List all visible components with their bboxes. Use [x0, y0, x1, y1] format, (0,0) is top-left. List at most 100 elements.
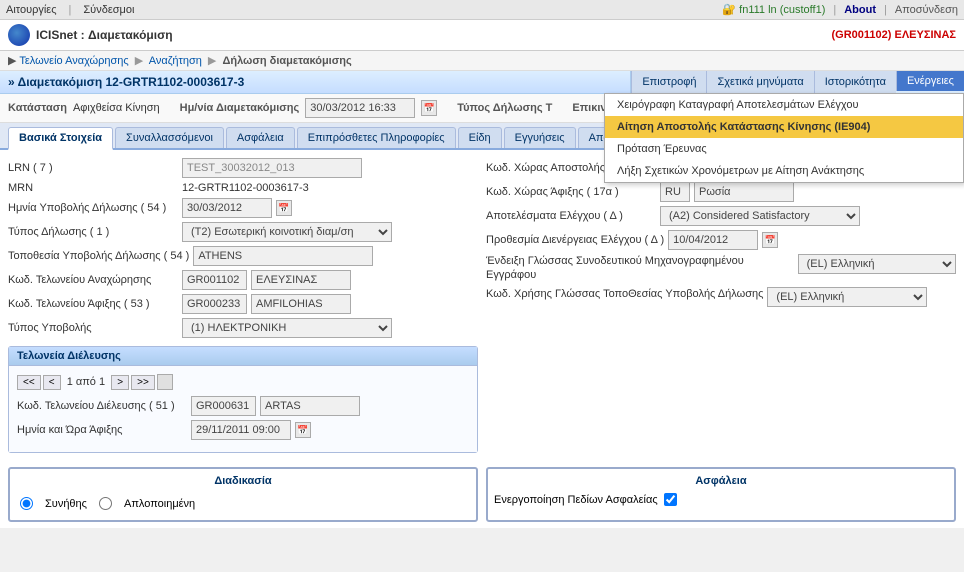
nav-sep1: |: [69, 4, 72, 16]
tab-eggyiseis[interactable]: Εγγυήσεις: [504, 127, 576, 148]
typos-select[interactable]: (Τ2) Εσωτερική κοινοτική διαμ/ση: [182, 222, 392, 242]
left-panel: LRN ( 7 ) MRN 12-GRTR1102-0003617-3 Ημνί…: [8, 158, 478, 453]
endeixi-select[interactable]: (EL) Ελληνική: [798, 254, 956, 274]
dropdown-item-0[interactable]: Χειρόγραφη Καταγραφή Αποτελεσμάτων Ελέγχ…: [605, 94, 963, 116]
nav-sep2: |: [833, 4, 836, 16]
page-last[interactable]: >>: [131, 375, 155, 390]
field-kod-dielevsis: Κωδ. Τελωνείου Διέλευσης ( 51 ): [17, 396, 469, 416]
btn-epistrofi[interactable]: Επιστροφή: [631, 71, 706, 93]
btn-energies[interactable]: Ενέργειες: [896, 71, 964, 91]
right-panel: Κωδ. Χώρας Αποστολής ( 15α ) Κωδ. Χώρας …: [486, 158, 956, 453]
field-kod-xrhsis: Κωδ. Χρήσης Γλώσσας ΤοποΘεσίας Υποβολής …: [486, 287, 956, 307]
app-title: ICISnet : Διαμετακόμιση: [36, 28, 173, 42]
kod-xrhsis-select[interactable]: (EL) Ελληνική: [767, 287, 927, 307]
radio-synithis[interactable]: [20, 497, 33, 510]
field-prothesmia: Προθεσμία Διενέργειας Ελέγχου ( Δ ) 📅: [486, 230, 956, 250]
kod-diel-name[interactable]: [260, 396, 360, 416]
btn-sxetika[interactable]: Σχετικά μηνύματα: [706, 71, 813, 93]
top-nav-left: Αιτουργίες | Σύνδεσμοι: [6, 4, 134, 16]
nav-sep3: |: [884, 4, 887, 16]
user-info: 🔐 fn111 ln (custoff1): [722, 3, 825, 16]
tab-vasika[interactable]: Βασικά Στοιχεία: [8, 127, 113, 150]
field-apotelesmata: Αποτελέσματα Ελέγχου ( Δ ) (A2) Consider…: [486, 206, 956, 226]
kod-afixis-code[interactable]: [182, 294, 247, 314]
lrn-input[interactable]: [182, 158, 362, 178]
field-hmnia-afixis: Ημνία και Ώρα Άφιξης 📅: [17, 420, 469, 440]
tab-asfaleia[interactable]: Ασφάλεια: [226, 127, 295, 148]
page-camera-icon: [157, 374, 173, 390]
apotelesmata-select[interactable]: (A2) Considered Satisfactory: [660, 206, 860, 226]
tab-synallassomenoi[interactable]: Συναλλασσόμενοι: [115, 127, 224, 148]
asfaleia-checkbox-row: Ενεργοποίηση Πεδίων Ασφαλείας: [494, 493, 948, 506]
diadikasia-radios: Συνήθης Απλοποιημένη: [16, 493, 470, 514]
app-logo: [8, 24, 30, 46]
calendar-icon-afixis[interactable]: 📅: [295, 422, 311, 438]
dropdown-item-3[interactable]: Λήξη Σχετικών Χρονόμετρων με Αίτηση Ανάκ…: [605, 160, 963, 182]
status-typos-label: Τύπος Δήλωσης Τ: [457, 102, 552, 114]
hmnia-afixis-input[interactable]: [191, 420, 291, 440]
field-kod-afixis: Κωδ. Τελωνείου Άφιξης ( 53 ): [8, 294, 478, 314]
diadikasia-title: Διαδικασία: [16, 475, 470, 487]
kod-xwras-afixis-name[interactable]: [694, 182, 794, 202]
nav-sindesmoi[interactable]: Σύνδεσμοι: [83, 4, 134, 16]
btn-istorikotita[interactable]: Ιστορικότητα: [814, 71, 896, 93]
prothesmia-label: Προθεσμία Διενέργειας Ελέγχου ( Δ ): [486, 234, 664, 246]
field-topothesia: Τοποθεσία Υποβολής Δήλωσης ( 54 ): [8, 246, 478, 266]
kod-diel-label: Κωδ. Τελωνείου Διέλευσης ( 51 ): [17, 400, 187, 412]
telwneía-content: << < 1 από 1 > >> Κωδ. Τελωνείου Διέλευσ…: [9, 366, 477, 452]
kod-diel-code[interactable]: [191, 396, 256, 416]
title-bar: Διαμετακόμιση 12-GRTR1102-0003617-3 Επισ…: [0, 71, 964, 94]
page-first[interactable]: <<: [17, 375, 41, 390]
radio-aplosopoimeni[interactable]: [99, 497, 112, 510]
logout-link[interactable]: Αποσύνδεση: [895, 4, 958, 16]
page-prev[interactable]: <: [43, 375, 61, 390]
dropdown-item-2[interactable]: Πρόταση Έρευνας: [605, 138, 963, 160]
kod-xwras-afixis-code[interactable]: [660, 182, 690, 202]
kod-xrhsis-label: Κωδ. Χρήσης Γλώσσας ΤοποΘεσίας Υποβολής …: [486, 287, 763, 301]
bottom-panels: Διαδικασία Συνήθης Απλοποιημένη Ασφάλεια…: [0, 461, 964, 528]
energies-dropdown-menu: Χειρόγραφη Καταγραφή Αποτελεσμάτων Ελέγχ…: [604, 93, 964, 183]
status-hmnia-label: Ημ/νία Διαμετακόμισης: [180, 102, 300, 114]
main-content: LRN ( 7 ) MRN 12-GRTR1102-0003617-3 Ημνί…: [0, 150, 964, 461]
kod-afixis-name[interactable]: [251, 294, 351, 314]
hmnia-yp-input[interactable]: [182, 198, 272, 218]
dropdown-item-1[interactable]: Αίτηση Αποστολής Κατάστασης Κίνησης (ΙΕ9…: [605, 116, 963, 138]
status-hmnia-input[interactable]: [305, 98, 415, 118]
hmnia-yp-label: Ημνία Υποβολής Δήλωσης ( 54 ): [8, 202, 178, 214]
field-kod-xwras-afixis: Κωδ. Χώρας Άφιξης ( 17α ): [486, 182, 956, 202]
apotelesmata-label: Αποτελέσματα Ελέγχου ( Δ ): [486, 210, 656, 222]
status-katastasi-label: Κατάσταση: [8, 102, 67, 114]
field-lrn: LRN ( 7 ): [8, 158, 478, 178]
mrn-label: MRN: [8, 182, 178, 194]
calendar-icon-status[interactable]: 📅: [421, 100, 437, 116]
prothesmia-input[interactable]: [668, 230, 758, 250]
calendar-icon-yp[interactable]: 📅: [276, 200, 292, 216]
topothesia-label: Τοποθεσία Υποβολής Δήλωσης ( 54 ): [8, 250, 189, 262]
tab-epiprosthetes[interactable]: Επιπρόσθετες Πληροφορίες: [297, 127, 456, 148]
typos-yp-select[interactable]: (1) ΗΛΕΚΤΡΟΝΙΚΗ: [182, 318, 392, 338]
kod-anax-code[interactable]: [182, 270, 247, 290]
pagination: << < 1 από 1 > >>: [17, 374, 469, 390]
calendar-icon-prothesmia[interactable]: 📅: [762, 232, 778, 248]
breadcrumb: ▶ Τελωνείο Αναχώρησης ▶ Αναζήτηση ▶ Δήλω…: [0, 51, 964, 71]
breadcrumb-item-0[interactable]: Τελωνείο Αναχώρησης: [19, 55, 128, 67]
telwneía-title: Τελωνεία Διέλευσης: [9, 347, 477, 366]
asfaleia-checkbox-label: Ενεργοποίηση Πεδίων Ασφαλείας: [494, 494, 658, 506]
page-next[interactable]: >: [111, 375, 129, 390]
endeixi-label: Ένδειξη Γλώσσας Συνοδευτικού Μηχανογραφη…: [486, 254, 794, 283]
about-link[interactable]: About: [844, 4, 876, 16]
field-endeixi: Ένδειξη Γλώσσας Συνοδευτικού Μηχανογραφη…: [486, 254, 956, 283]
title-action-buttons: Επιστροφή Σχετικά μηνύματα Ιστορικότητα …: [631, 71, 964, 93]
status-typos: Τύπος Δήλωσης Τ: [457, 102, 552, 114]
kod-xwras-afixis-label: Κωδ. Χώρας Άφιξης ( 17α ): [486, 186, 656, 198]
top-navigation: Αιτουργίες | Σύνδεσμοι 🔐 fn111 ln (custo…: [0, 0, 964, 20]
asfaleia-checkbox[interactable]: [664, 493, 677, 506]
nav-aitouriges[interactable]: Αιτουργίες: [6, 4, 57, 16]
kod-anax-name[interactable]: [251, 270, 351, 290]
field-kod-anax: Κωδ. Τελωνείου Αναχώρησης: [8, 270, 478, 290]
kod-anax-label: Κωδ. Τελωνείου Αναχώρησης: [8, 274, 178, 286]
tab-eidi[interactable]: Είδη: [458, 127, 502, 148]
topothesia-input[interactable]: [193, 246, 373, 266]
asfaleia-title: Ασφάλεια: [494, 475, 948, 487]
breadcrumb-item-1[interactable]: Αναζήτηση: [149, 55, 202, 67]
